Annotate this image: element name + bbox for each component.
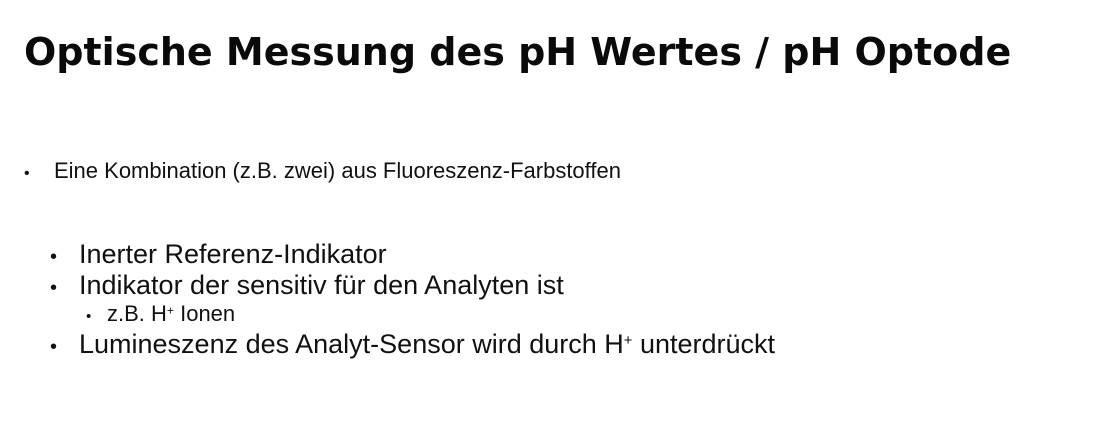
slide: Optische Messung des pH Wertes / pH Opto… — [0, 0, 1094, 425]
bullet-dot-icon: • — [50, 336, 58, 358]
sub-list-item-text: z.B. H+ Ionen — [107, 301, 235, 327]
bullet-dot-icon: • — [86, 308, 92, 325]
text-prefix: z.B. H — [107, 301, 167, 326]
text-prefix: Lumineszenz des Analyt-Sensor wird durch… — [79, 329, 624, 359]
intro-text: Eine Kombination (z.B. zwei) aus Fluores… — [54, 158, 621, 183]
text-suffix: Ionen — [173, 301, 236, 326]
list-item-text: Lumineszenz des Analyt-Sensor wird durch… — [79, 328, 775, 360]
sub-list-item-h-ions: • z.B. H+ Ionen — [86, 301, 235, 330]
text-suffix: unterdrückt — [632, 329, 776, 359]
list-item-luminescence: • Lumineszenz des Analyt-Sensor wird dur… — [50, 328, 775, 363]
intro-bullet: • Eine Kombination (z.B. zwei) aus Fluor… — [24, 156, 621, 189]
list-item-sensitive-indicator: • Indikator der sensitiv für den Analyte… — [50, 269, 564, 304]
superscript-plus: + — [166, 303, 174, 318]
list-item-reference-indicator: • Inerter Referenz-Indikator — [50, 238, 387, 273]
bullet-dot-icon: • — [24, 165, 30, 182]
slide-title: Optische Messung des pH Wertes / pH Opto… — [24, 30, 1012, 74]
bullet-dot-icon: • — [50, 277, 58, 299]
list-item-text: Indikator der sensitiv für den Analyten … — [79, 270, 564, 300]
list-item-text: Inerter Referenz-Indikator — [79, 239, 387, 269]
